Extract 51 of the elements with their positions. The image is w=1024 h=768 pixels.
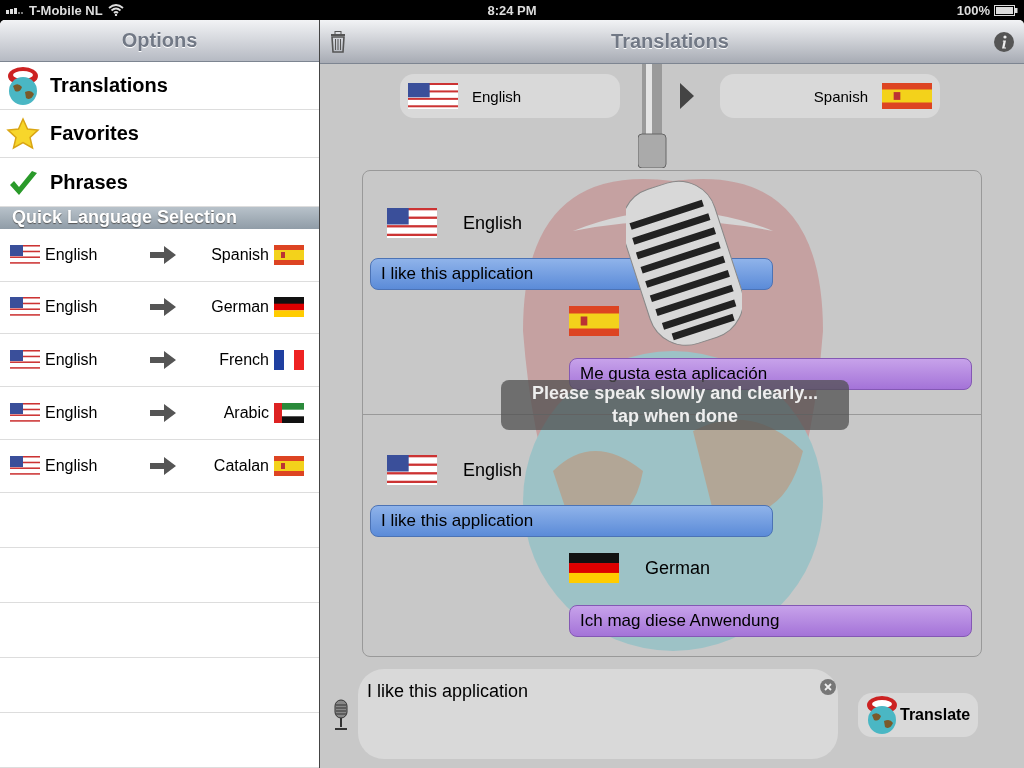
translation-bubble: Ich mag diese Anwendung <box>569 605 972 637</box>
language-pair-row[interactable]: English German <box>0 281 319 335</box>
flag-icon <box>387 208 437 238</box>
tongue-globe-icon <box>7 65 39 106</box>
microphone-icon[interactable] <box>332 699 350 731</box>
right-arrow-icon <box>150 457 176 476</box>
language-name: English <box>463 212 523 234</box>
trash-icon[interactable] <box>330 30 346 53</box>
language-pair-row[interactable]: English Spanish <box>0 228 319 282</box>
panel-title: Options <box>121 29 198 53</box>
carrier-name: T-Mobile NL <box>29 2 103 18</box>
flag-icon <box>274 297 304 318</box>
flag-icon <box>408 83 458 109</box>
language-name: English <box>463 459 523 481</box>
source-message-bubble: I like this application <box>370 505 773 537</box>
right-arrow-icon <box>150 404 176 423</box>
flag-icon <box>274 350 304 371</box>
target-language-button[interactable]: Spanish <box>720 74 940 118</box>
flag-icon <box>10 244 40 265</box>
flag-icon <box>10 403 40 424</box>
language-pair-row[interactable]: English Arabic <box>0 387 319 441</box>
section-header: Quick Language Selection <box>12 207 238 229</box>
star-icon <box>6 116 40 151</box>
battery-percent: 100% <box>956 2 990 18</box>
right-arrow-icon <box>150 298 176 317</box>
language-name: German <box>645 557 711 579</box>
flag-icon <box>569 553 619 583</box>
flag-icon <box>274 456 304 477</box>
battery-icon <box>994 4 1018 16</box>
clear-icon[interactable] <box>820 679 836 695</box>
right-arrow-icon <box>150 351 176 370</box>
language-pair-row[interactable]: English French <box>0 334 319 388</box>
flag-icon <box>10 297 40 318</box>
flag-icon <box>274 244 304 265</box>
info-icon[interactable] <box>994 31 1014 52</box>
text-input-field[interactable]: I like this application <box>358 669 838 759</box>
flag-icon <box>569 306 619 336</box>
flag-icon <box>882 83 932 109</box>
source-language-button[interactable]: English <box>400 74 620 118</box>
right-arrow-icon <box>150 245 176 264</box>
tongue-globe-icon <box>866 695 898 735</box>
panel-title: Translations <box>610 30 730 53</box>
flag-icon <box>10 350 40 371</box>
language-pair-row[interactable]: English Catalan <box>0 440 319 493</box>
signal-icon <box>6 6 24 14</box>
flag-icon <box>387 455 437 485</box>
flag-icon <box>274 403 304 424</box>
clock-time: 8:24 PM <box>487 2 537 18</box>
wifi-icon <box>107 4 124 16</box>
translate-button[interactable]: Translate <box>858 693 979 737</box>
flag-icon <box>10 456 40 477</box>
